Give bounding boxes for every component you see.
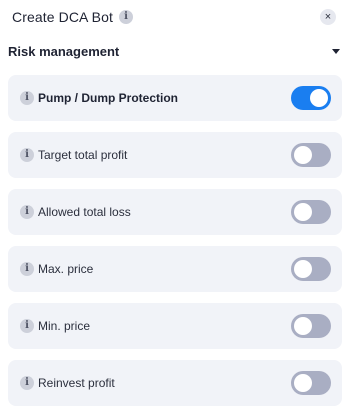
- risk-management-section-toggle[interactable]: Risk management: [8, 40, 342, 62]
- info-icon[interactable]: i: [20, 91, 34, 105]
- setting-row-max-price: i Max. price: [8, 246, 342, 292]
- dialog-title: Create DCA Bot: [12, 9, 113, 25]
- setting-label: Max. price: [38, 262, 94, 276]
- setting-row-target-total-profit: i Target total profit: [8, 132, 342, 178]
- toggle-knob: [294, 317, 312, 335]
- setting-label: Allowed total loss: [38, 205, 131, 219]
- info-icon[interactable]: i: [20, 262, 34, 276]
- info-icon[interactable]: i: [119, 10, 133, 24]
- setting-row-allowed-total-loss: i Allowed total loss: [8, 189, 342, 235]
- dialog-header: Create DCA Bot i ×: [12, 6, 340, 28]
- setting-row-reinvest-profit: i Reinvest profit: [8, 360, 342, 406]
- toggle-knob: [294, 203, 312, 221]
- max-price-toggle[interactable]: [291, 257, 331, 281]
- toggle-knob: [294, 146, 312, 164]
- target-total-profit-toggle[interactable]: [291, 143, 331, 167]
- min-price-toggle[interactable]: [291, 314, 331, 338]
- toggle-knob: [294, 260, 312, 278]
- setting-label: Reinvest profit: [38, 376, 115, 390]
- setting-label: Min. price: [38, 319, 91, 333]
- close-icon: ×: [324, 11, 332, 23]
- toggle-knob: [294, 374, 312, 392]
- info-icon[interactable]: i: [20, 205, 34, 219]
- pump-dump-protection-toggle[interactable]: [291, 86, 331, 110]
- setting-row-pump-dump-protection: i Pump / Dump Protection: [8, 75, 342, 121]
- caret-down-icon: [332, 48, 340, 54]
- toggle-knob: [310, 89, 328, 107]
- section-title: Risk management: [8, 43, 120, 59]
- setting-row-min-price: i Min. price: [8, 303, 342, 349]
- info-icon[interactable]: i: [20, 319, 34, 333]
- info-icon[interactable]: i: [20, 148, 34, 162]
- setting-label: Target total profit: [38, 148, 128, 162]
- close-button[interactable]: ×: [320, 9, 336, 25]
- allowed-total-loss-toggle[interactable]: [291, 200, 331, 224]
- reinvest-profit-toggle[interactable]: [291, 371, 331, 395]
- info-icon[interactable]: i: [20, 376, 34, 390]
- setting-label: Pump / Dump Protection: [38, 91, 179, 105]
